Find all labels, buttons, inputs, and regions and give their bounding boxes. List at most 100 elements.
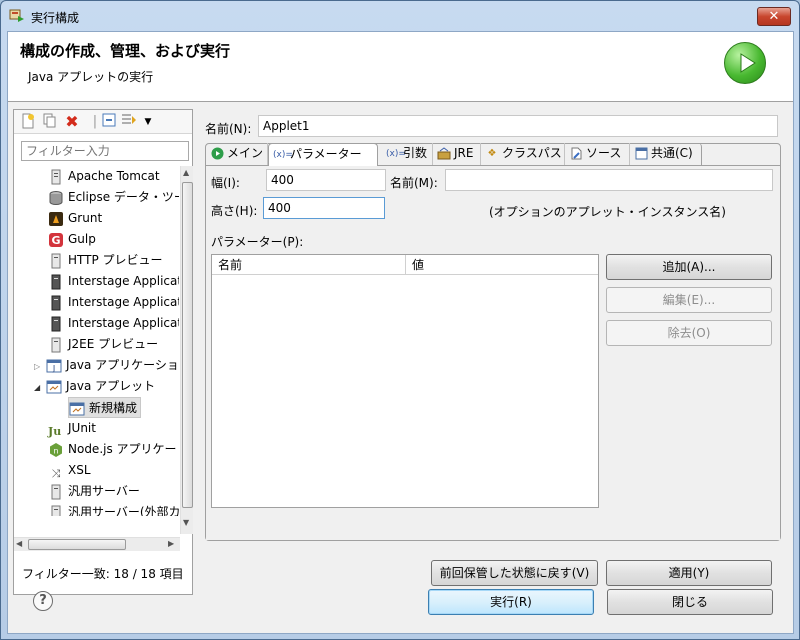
applet-name-field[interactable] xyxy=(445,169,773,191)
java-app-icon: J xyxy=(46,358,62,374)
column-header-value[interactable]: 値 xyxy=(406,255,598,275)
tree-item-label: Interstage Applicat xyxy=(68,316,179,330)
tree-item-generic-server[interactable]: 汎用サーバー xyxy=(48,481,140,502)
dialog-body: 構成の作成、管理、および実行 Java アプレットの実行 ✖ | ▼ フィルター… xyxy=(7,31,794,634)
tree-item-nodejs[interactable]: n Node.js アプリケー xyxy=(48,439,177,460)
expand-arrow-icon[interactable]: ▷ xyxy=(34,356,46,377)
tree-item-j2ee-preview[interactable]: J2EE プレビュー xyxy=(48,334,158,355)
server-icon xyxy=(48,337,64,353)
svg-text:J: J xyxy=(52,364,55,373)
tree-vertical-scrollbar[interactable]: ▲ ▼ xyxy=(180,166,193,534)
tree-item-label: Interstage Applicat xyxy=(68,274,179,288)
tree-item-label: HTTP プレビュー xyxy=(68,253,163,267)
applet-icon xyxy=(69,401,85,417)
tree-item-label: XSL xyxy=(68,463,91,477)
tree-item-xsl[interactable]: ⤨ XSL xyxy=(48,460,91,481)
tab-parameters[interactable]: (x)=パラメーター xyxy=(268,143,378,166)
width-label: 幅(I): xyxy=(211,176,240,190)
server-dark-icon xyxy=(48,316,64,332)
title-bar: 実行構成 ✕ xyxy=(1,1,799,31)
config-editor: 名前(N): メイン (x)=パラメーター (x)=引数 JRE ❖クラスパス … xyxy=(203,109,788,595)
tree-item-java-applet[interactable]: ◢ Java アプレット xyxy=(34,376,155,397)
classpath-tab-icon: ❖ xyxy=(487,147,497,159)
tab-jre[interactable]: JRE xyxy=(433,143,481,165)
server-dark-icon xyxy=(48,274,64,290)
remove-parameter-button[interactable]: 除去(O) xyxy=(606,320,772,346)
vertical-scroll-thumb[interactable] xyxy=(182,182,193,508)
tab-label: クラスパス xyxy=(502,146,562,160)
tab-classpath[interactable]: ❖ クラスパス xyxy=(481,143,565,165)
add-parameter-button[interactable]: 追加(A)... xyxy=(606,254,772,280)
filter-config-icon[interactable] xyxy=(120,113,138,131)
collapse-arrow-icon[interactable]: ◢ xyxy=(34,377,46,398)
config-tree: Apache Tomcat Eclipse データ・ツー Grunt G Gulp… xyxy=(14,166,179,516)
tab-main[interactable]: メイン xyxy=(206,143,268,165)
server-icon xyxy=(48,253,64,269)
main-tab-icon xyxy=(210,147,224,161)
tree-item-label: Apache Tomcat xyxy=(68,169,160,183)
close-button[interactable]: 閉じる xyxy=(607,589,773,615)
gulp-icon: G xyxy=(48,232,64,248)
applet-icon xyxy=(46,379,62,395)
tree-item-interstage-3[interactable]: Interstage Applicat xyxy=(48,313,179,334)
close-window-button[interactable]: ✕ xyxy=(757,7,791,26)
view-menu-icon[interactable]: ▼ xyxy=(139,113,157,131)
tree-item-label: Grunt xyxy=(68,211,103,225)
scroll-down-arrow-icon[interactable]: ▼ xyxy=(183,518,189,527)
config-name-field[interactable] xyxy=(258,115,778,137)
tree-item-label: 汎用サーバー(外部カ xyxy=(68,505,179,516)
collapse-all-icon[interactable] xyxy=(100,113,118,131)
tree-item-http-preview[interactable]: HTTP プレビュー xyxy=(48,250,163,271)
dialog-header: 構成の作成、管理、および実行 Java アプレットの実行 xyxy=(8,32,793,102)
tree-item-apache-tomcat[interactable]: Apache Tomcat xyxy=(48,166,160,187)
panel-splitter[interactable] xyxy=(199,109,202,595)
revert-button[interactable]: 前回保管した状態に戻す(V) xyxy=(431,560,598,586)
tree-horizontal-scrollbar[interactable]: ◀ ▶ xyxy=(14,537,180,551)
dialog-heading: 構成の作成、管理、および実行 xyxy=(20,42,231,60)
run-button[interactable]: 実行(R) xyxy=(428,589,594,615)
tree-item-java-application[interactable]: ▷ J Java アプリケーショ xyxy=(34,355,179,376)
horizontal-scroll-thumb[interactable] xyxy=(28,539,126,550)
tree-item-gulp[interactable]: G Gulp xyxy=(48,229,96,250)
tree-item-grunt[interactable]: Grunt xyxy=(48,208,102,229)
tab-common[interactable]: 共通(C) xyxy=(630,143,702,165)
tab-label: ソース xyxy=(586,146,622,160)
tree-item-generic-server-external[interactable]: 汎用サーバー(外部カ xyxy=(48,502,179,516)
tree-item-label: Gulp xyxy=(68,232,96,246)
tree-item-interstage-2[interactable]: Interstage Applicat xyxy=(48,292,179,313)
jre-tab-icon xyxy=(437,146,451,161)
scroll-up-arrow-icon[interactable]: ▲ xyxy=(183,168,189,177)
tree-item-interstage-1[interactable]: Interstage Applicat xyxy=(48,271,179,292)
new-config-icon[interactable] xyxy=(19,113,37,131)
scroll-left-arrow-icon[interactable]: ◀ xyxy=(16,539,22,548)
filter-match-count: フィルター一致: 18 / 18 項目 xyxy=(22,567,184,581)
tree-item-label: Java アプレット xyxy=(66,379,156,393)
width-field[interactable] xyxy=(266,169,386,191)
config-tabs: メイン (x)=パラメーター (x)=引数 JRE ❖ クラスパス ソース 共通(… xyxy=(205,143,781,541)
svg-text:G: G xyxy=(51,234,60,247)
tab-source[interactable]: ソース xyxy=(565,143,630,165)
apply-button[interactable]: 適用(Y) xyxy=(606,560,772,586)
tab-label: 引数 xyxy=(403,146,428,160)
tab-arguments[interactable]: (x)=引数 xyxy=(382,143,433,165)
tab-label: パラメーター xyxy=(290,147,362,161)
column-header-name[interactable]: 名前 xyxy=(212,255,406,275)
run-config-window: 実行構成 ✕ 構成の作成、管理、および実行 Java アプレットの実行 ✖ | xyxy=(0,0,800,640)
scroll-right-arrow-icon[interactable]: ▶ xyxy=(168,539,174,548)
tree-item-new-config-selected[interactable]: 新規構成 xyxy=(68,397,142,418)
tree-item-junit[interactable]: Ju JUnit xyxy=(48,418,96,439)
server-icon xyxy=(48,484,64,500)
tree-item-label: Interstage Applicat xyxy=(68,295,179,309)
help-icon[interactable]: ? xyxy=(33,591,53,611)
height-field[interactable] xyxy=(263,197,385,219)
window-title: 実行構成 xyxy=(31,11,80,25)
tree-item-label: Node.js アプリケー xyxy=(68,442,177,456)
tree-item-label: 新規構成 xyxy=(89,401,138,415)
tree-item-eclipse-data-tools[interactable]: Eclipse データ・ツー xyxy=(48,187,179,208)
edit-parameter-button[interactable]: 編集(E)... xyxy=(606,287,772,313)
applet-name-label: 名前(M): xyxy=(390,176,438,190)
delete-config-icon[interactable]: ✖ xyxy=(63,113,81,131)
parameters-table[interactable]: 名前 値 xyxy=(211,254,599,508)
duplicate-config-icon[interactable] xyxy=(41,113,59,131)
filter-input[interactable] xyxy=(21,141,189,161)
